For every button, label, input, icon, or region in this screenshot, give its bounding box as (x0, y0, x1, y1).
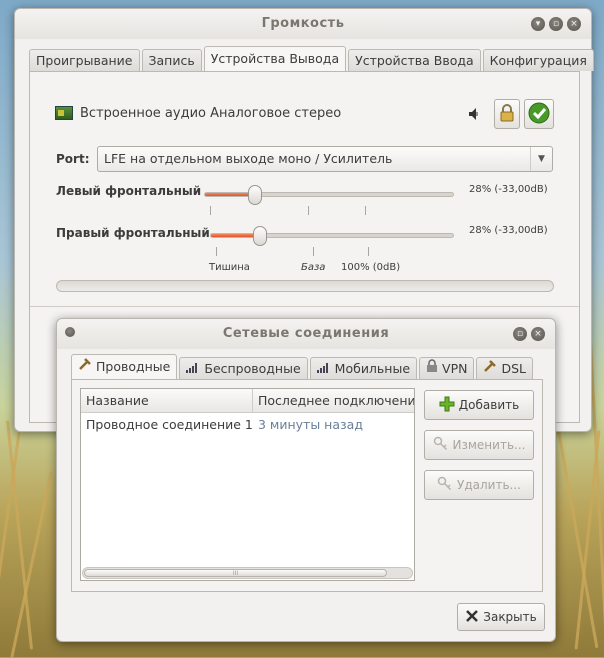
tick-full (365, 206, 366, 215)
tab-wireless[interactable]: Беспроводные (179, 357, 308, 379)
mobile-bars-icon (316, 359, 331, 379)
key-icon (433, 436, 449, 455)
tab-input-devices[interactable]: Устройства Ввода (348, 49, 481, 71)
checkmark-icon (528, 102, 550, 127)
slider-left-knob[interactable] (248, 185, 262, 205)
port-label: Port: (56, 152, 90, 166)
scroll-grip: III (232, 570, 239, 577)
tick-base (308, 206, 309, 215)
volume-window-title: Громкость (261, 16, 345, 31)
separator (30, 306, 579, 307)
set-default-button[interactable] (524, 99, 554, 129)
port-select[interactable]: LFE на отдельном выходе моно / Усилитель… (97, 146, 553, 172)
scale-silence-label: Тишина (209, 262, 250, 273)
connection-name: Проводное соединение 1 (86, 417, 253, 432)
tab-playback[interactable]: Проигрывание (29, 49, 140, 71)
lock-channels-button[interactable] (494, 99, 520, 129)
speaker-icon (468, 107, 480, 121)
horizontal-scrollbar[interactable]: III (82, 567, 413, 579)
chevron-down-icon: ▼ (530, 147, 552, 171)
soundcard-icon (55, 106, 73, 120)
tab-output-devices[interactable]: Устройства Вывода (203, 46, 347, 71)
tab-wired[interactable]: Проводные (71, 354, 178, 379)
level-meter (56, 280, 554, 292)
channel-value-left: 28% (-33,00dB) (469, 184, 548, 195)
add-connection-button[interactable]: Добавить (424, 390, 534, 420)
tab-vpn[interactable]: VPN (419, 357, 475, 379)
ethernet-icon (78, 355, 92, 379)
tab-recording[interactable]: Запись (141, 49, 202, 71)
tick-base-2 (313, 247, 314, 256)
plus-icon (439, 396, 455, 415)
network-minimize-icon[interactable]: ▫ (513, 327, 527, 341)
network-connections-window: Сетевые соединения ▫ × Проводные Беспров… (56, 318, 556, 642)
padlock-icon (426, 358, 438, 379)
network-tabs: Проводные Беспроводные Мобильные VPN DSL (71, 354, 535, 379)
maximize-icon[interactable]: ▫ (549, 17, 563, 31)
close-button[interactable]: Закрыть (457, 603, 545, 631)
tick-full-2 (368, 247, 369, 256)
channel-label-left: Левый фронтальный (56, 184, 202, 198)
scale-full-label: 100% (0dB) (341, 262, 401, 273)
wired-panel: Название Последнее подключени Проводное … (71, 379, 543, 592)
minimize-icon[interactable]: ▾ (531, 17, 545, 31)
tab-dsl[interactable]: DSL (476, 357, 534, 379)
close-icon[interactable]: × (567, 17, 581, 31)
network-window-title: Сетевые соединения (222, 326, 390, 341)
connections-list[interactable]: Название Последнее подключени Проводное … (80, 388, 415, 581)
volume-titlebar[interactable]: Громкость ▾ ▫ × (15, 9, 591, 39)
slider-left-front[interactable] (204, 185, 454, 205)
wifi-bars-icon (186, 359, 200, 379)
slider-right-knob[interactable] (253, 226, 267, 246)
close-x-icon (465, 609, 479, 626)
network-close-icon[interactable]: × (531, 327, 545, 341)
connection-last-used: 3 минуты назад (258, 417, 363, 432)
scrollbar-thumb[interactable]: III (84, 569, 387, 577)
delete-connection-button[interactable]: Удалить... (424, 470, 534, 500)
tab-mobile[interactable]: Мобильные (309, 357, 418, 379)
column-header-name[interactable]: Название (81, 389, 253, 413)
network-titlebar[interactable]: Сетевые соединения ▫ × (57, 319, 555, 349)
tick-silence (210, 206, 211, 215)
channel-value-right: 28% (-33,00dB) (469, 225, 548, 236)
lock-icon (500, 103, 514, 125)
tab-configuration[interactable]: Конфигурация (482, 49, 594, 71)
device-name: Встроенное аудио Аналоговое стерео (80, 106, 342, 121)
slider-right-front[interactable] (210, 226, 454, 246)
edit-connection-button[interactable]: Изменить... (424, 430, 534, 460)
port-value: LFE на отдельном выходе моно / Усилитель (104, 151, 393, 166)
key-delete-icon (437, 476, 453, 495)
tick-silence-2 (216, 247, 217, 256)
channel-label-right: Правый фронтальный (56, 226, 210, 240)
column-header-last-used[interactable]: Последнее подключени (253, 389, 414, 413)
dsl-plug-icon (483, 359, 497, 379)
volume-tabs: Проигрывание Запись Устройства Вывода Ус… (29, 46, 596, 71)
scale-base-label: База (301, 262, 326, 273)
table-row[interactable]: Проводное соединение 1 3 минуты назад (81, 415, 414, 435)
